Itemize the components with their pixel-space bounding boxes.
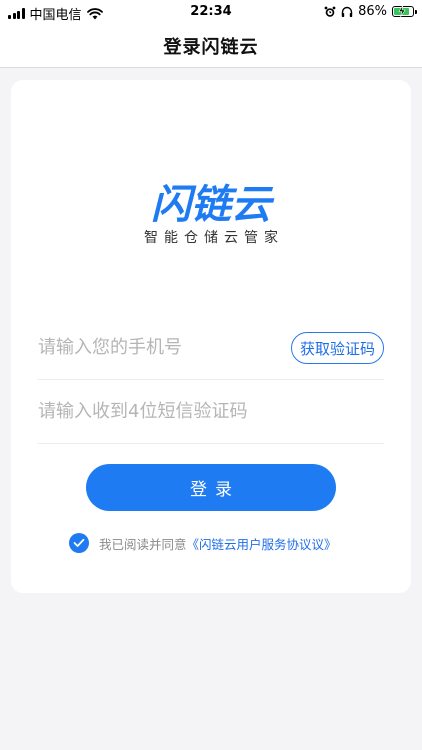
service-agreement-link[interactable]: 《闪链云用户服务协议议》 [187, 537, 337, 552]
get-code-button[interactable]: 获取验证码 [290, 332, 384, 364]
agreement-text: 我已阅读并同意 [99, 536, 187, 552]
login-card: 闪链云 智能仓储云管家 获取验证码 登录 我已阅读并同意《闪链云用户服务协议议》 [11, 80, 411, 593]
brand-logo: 闪链云 智能仓储云管家 [11, 180, 411, 247]
brand-name: 闪链云 [151, 182, 275, 224]
login-button[interactable]: 登录 [86, 464, 336, 511]
status-right: 86% [324, 4, 417, 19]
headphones-icon [341, 6, 353, 17]
battery-percent: 86% [358, 4, 387, 19]
agreement-row: 我已阅读并同意《闪链云用户服务协议议》 [69, 533, 337, 553]
nav-bar: 登录闪链云 [0, 24, 422, 68]
agreement-checkbox[interactable] [69, 533, 89, 553]
status-bar: 中国电信 22:34 86% [0, 0, 422, 24]
code-field [38, 380, 384, 444]
page-title: 登录闪链云 [163, 36, 259, 58]
alarm-icon [324, 6, 336, 17]
brand-logo-icon: 闪链云 [151, 182, 275, 224]
checkmark-icon [73, 538, 85, 547]
battery-icon [392, 5, 417, 17]
charging-bolt-icon [398, 5, 406, 17]
brand-tagline: 智能仓储云管家 [144, 230, 284, 246]
phone-field: 获取验证码 [38, 316, 384, 380]
phone-input[interactable] [38, 316, 278, 379]
sms-code-input[interactable] [38, 380, 384, 443]
